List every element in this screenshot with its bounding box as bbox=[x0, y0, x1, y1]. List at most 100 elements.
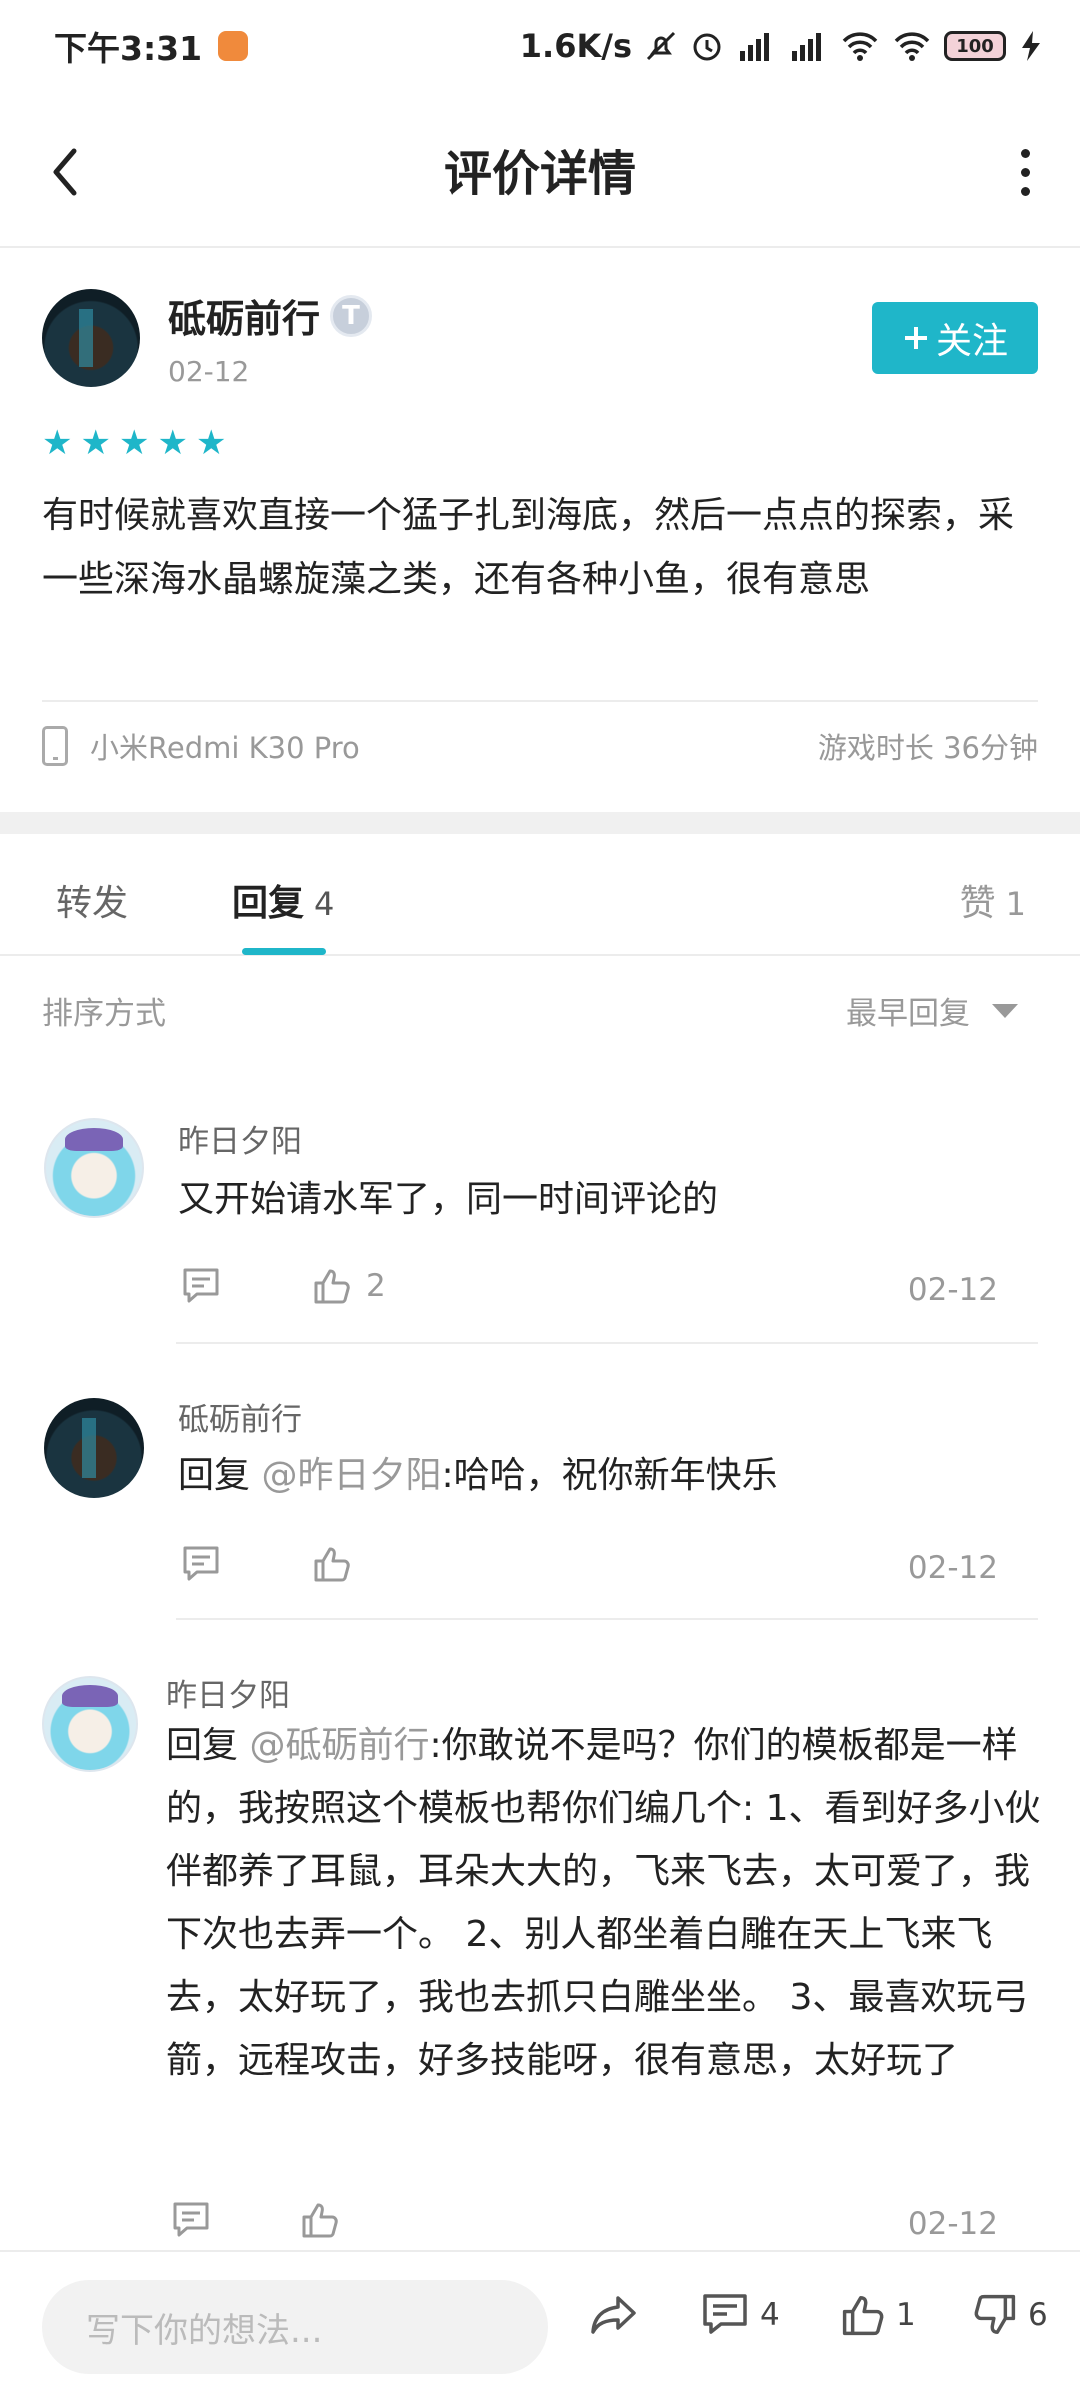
rating-stars: ★ ★ ★ ★ ★ bbox=[42, 426, 226, 460]
avatar[interactable] bbox=[44, 1118, 144, 1218]
thumbs-up-icon bbox=[840, 2292, 886, 2338]
reply-date: 02-12 bbox=[907, 1550, 998, 1586]
caret-down-icon bbox=[992, 1003, 1018, 1018]
reply-text: 回复 @砥砺前行:你敢说不是吗？你们的模板都是一样的，我按照这个模板也帮你们编几… bbox=[166, 1714, 1044, 2092]
reply-text: 又开始请水军了，同一时间评论的 bbox=[178, 1168, 1038, 1231]
like-count: 1 bbox=[896, 2297, 916, 2333]
notification-app-icon bbox=[218, 31, 249, 61]
share-button[interactable] bbox=[588, 2292, 640, 2338]
level-badge: T bbox=[330, 294, 373, 337]
more-dots-icon bbox=[1020, 148, 1030, 158]
avatar[interactable] bbox=[44, 1398, 144, 1498]
comment-icon[interactable] bbox=[180, 1266, 222, 1306]
chevron-left-icon bbox=[53, 148, 77, 196]
comment-icon[interactable] bbox=[170, 2200, 212, 2240]
star-icon: ★ bbox=[195, 423, 227, 463]
network-speed: 1.6K/s bbox=[519, 27, 632, 65]
tab-repost[interactable]: 转发 bbox=[56, 874, 128, 926]
tab-reply-count: 4 bbox=[314, 885, 335, 923]
page-header: 评价详情 bbox=[0, 92, 1080, 248]
star-icon: ★ bbox=[157, 423, 188, 463]
comment-icon[interactable] bbox=[180, 1544, 222, 1584]
playtime: 游戏时长 36分钟 bbox=[817, 731, 1038, 765]
sort-label: 排序方式 bbox=[42, 996, 166, 1032]
sort-row: 排序方式 最早回复 bbox=[42, 988, 1038, 1033]
signal-icon bbox=[736, 29, 776, 63]
reply-date: 02-12 bbox=[907, 1272, 998, 1308]
phone-icon bbox=[42, 726, 68, 766]
review-author-row: 砥砺前行 T 02-12 关注 bbox=[42, 288, 1038, 388]
share-icon bbox=[588, 2292, 640, 2338]
reply-mention[interactable]: @砥砺前行 bbox=[249, 1725, 429, 1766]
reply-prefix: 回复 bbox=[166, 1725, 250, 1766]
tab-like[interactable]: 赞1 bbox=[960, 874, 1026, 926]
status-bar: 下午3:31 1.6K/s 100 bbox=[0, 0, 1080, 92]
star-icon: ★ bbox=[42, 423, 73, 463]
alarm-icon bbox=[690, 29, 724, 63]
tab-bar: 转发 回复 4 赞1 bbox=[0, 834, 1080, 956]
follow-button[interactable]: 关注 bbox=[872, 302, 1038, 374]
mute-icon bbox=[644, 29, 678, 63]
review-card: 砥砺前行 T 02-12 关注 ★ ★ ★ ★ ★ 有时候就喜欢直接一个猛子扎到… bbox=[0, 250, 1080, 810]
avatar[interactable] bbox=[42, 1676, 138, 1772]
plus-icon bbox=[902, 324, 930, 352]
like-count: 2 bbox=[366, 1268, 386, 1304]
charging-icon bbox=[1018, 29, 1044, 63]
tab-repost-label: 转发 bbox=[56, 883, 129, 924]
tab-reply-label: 回复 bbox=[232, 883, 305, 924]
status-icons: 1.6K/s 100 bbox=[520, 27, 1044, 65]
battery-icon: 100 bbox=[944, 31, 1006, 61]
reply-author[interactable]: 昨日夕阳 bbox=[166, 1670, 290, 1715]
divider bbox=[176, 1618, 1038, 1620]
dislike-button[interactable]: 6 bbox=[972, 2292, 1048, 2338]
author-name[interactable]: 砥砺前行 bbox=[168, 288, 320, 343]
device-name: 小米Redmi K30 Pro bbox=[90, 731, 360, 765]
like-button[interactable]: 1 bbox=[840, 2292, 916, 2338]
active-tab-indicator bbox=[242, 948, 326, 955]
comment-count: 4 bbox=[760, 2297, 780, 2333]
comment-icon bbox=[700, 2292, 750, 2338]
avatar[interactable] bbox=[42, 289, 140, 387]
page-title: 评价详情 bbox=[443, 146, 636, 202]
reply-text: 回复 @昨日夕阳:哈哈，祝你新年快乐 bbox=[178, 1444, 1038, 1507]
reply-author[interactable]: 昨日夕阳 bbox=[178, 1116, 302, 1161]
device-info-row: 小米Redmi K30 Pro 游戏时长 36分钟 bbox=[42, 725, 1038, 767]
reply-actions bbox=[180, 1544, 352, 1584]
thumbs-up-icon[interactable] bbox=[312, 1544, 352, 1584]
author-name-row: 砥砺前行 T bbox=[168, 288, 373, 343]
reply-author[interactable]: 砥砺前行 bbox=[178, 1394, 302, 1439]
signal-icon-2 bbox=[788, 29, 828, 63]
tab-like-count: 1 bbox=[1005, 885, 1026, 923]
more-options-button[interactable] bbox=[1010, 142, 1040, 202]
wifi-icon-2 bbox=[892, 29, 932, 63]
review-date: 02-12 bbox=[168, 355, 250, 388]
bottom-action-bar: 写下你的想法... 4 1 6 bbox=[0, 2250, 1080, 2400]
status-time: 下午3:31 bbox=[54, 29, 203, 68]
sort-dropdown[interactable]: 最早回复 bbox=[846, 988, 1018, 1033]
back-button[interactable] bbox=[40, 142, 90, 202]
reply-prefix: 回复 bbox=[178, 1455, 262, 1496]
reply-body: :你敢说不是吗？你们的模板都是一样的，我按照这个模板也帮你们编几个: 1、看到好… bbox=[166, 1725, 1041, 2081]
comment-input[interactable]: 写下你的想法... bbox=[42, 2280, 548, 2374]
reply-actions: 2 bbox=[180, 1266, 386, 1306]
divider bbox=[42, 700, 1038, 702]
tab-reply[interactable]: 回复 4 bbox=[232, 874, 334, 926]
reply-actions bbox=[170, 2200, 340, 2240]
sort-value: 最早回复 bbox=[846, 996, 970, 1032]
comments-button[interactable]: 4 bbox=[700, 2292, 780, 2338]
star-icon: ★ bbox=[80, 423, 111, 463]
thumbs-up-icon[interactable] bbox=[300, 2200, 340, 2240]
follow-label: 关注 bbox=[935, 321, 1008, 362]
dislike-count: 6 bbox=[1028, 2297, 1048, 2333]
thumbs-up-icon[interactable] bbox=[312, 1266, 352, 1306]
wifi-icon bbox=[840, 29, 880, 63]
reply-mention[interactable]: @昨日夕阳 bbox=[261, 1455, 441, 1496]
section-separator bbox=[0, 812, 1080, 834]
author-meta: 砥砺前行 T 02-12 bbox=[168, 288, 373, 388]
reply-date: 02-12 bbox=[907, 2206, 998, 2242]
tab-like-label: 赞 bbox=[959, 883, 996, 924]
star-icon: ★ bbox=[118, 423, 150, 463]
reply-body: :哈哈，祝你新年快乐 bbox=[441, 1455, 778, 1496]
thumbs-down-icon bbox=[972, 2292, 1018, 2338]
reply-body: 又开始请水军了，同一时间评论的 bbox=[178, 1179, 719, 1220]
